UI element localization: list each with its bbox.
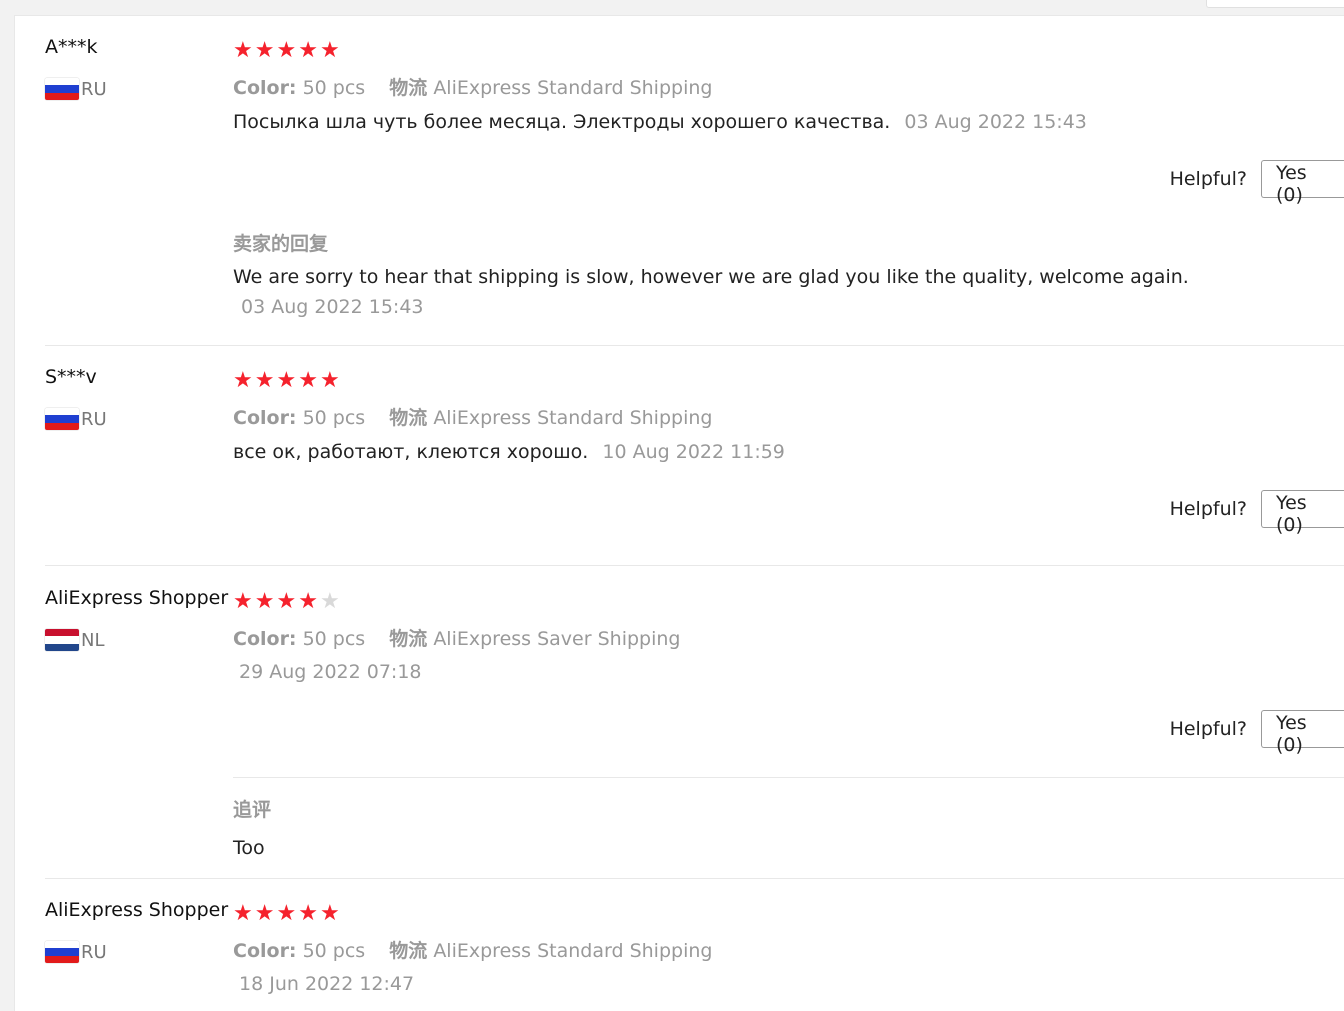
country-code: NL [81, 629, 105, 651]
review-meta: Color: 50 pcs 物流 AliExpress Standard Shi… [233, 73, 712, 100]
shipping-label: 物流 [389, 628, 428, 650]
shipping-method: AliExpress Standard Shipping [433, 407, 713, 429]
review-date: 03 Aug 2022 15:43 [904, 111, 1087, 133]
divider [45, 345, 1344, 346]
star-rating: ★ ★ ★ ★ ★ [233, 370, 340, 392]
star-filled-icon: ★ [254, 368, 275, 393]
review-text-row: 18 Jun 2022 12:47 [233, 973, 414, 995]
seller-reply-text: We are sorry to hear that shipping is sl… [233, 266, 1189, 288]
star-filled-icon: ★ [319, 901, 340, 926]
helpful-row: Helpful? Yes (0) [1169, 160, 1344, 206]
reviewer-country: NL [45, 629, 105, 651]
country-code: RU [81, 941, 107, 963]
review-text-row: Посылка шла чуть более месяца. Электроды… [233, 111, 1087, 133]
star-filled-icon: ★ [233, 589, 253, 614]
review-meta: Color: 50 pcs 物流 AliExpress Saver Shippi… [233, 624, 680, 651]
helpful-row: Helpful? Yes (0) [1169, 710, 1344, 756]
star-filled-icon: ★ [276, 368, 297, 393]
flag-nl-icon [45, 629, 79, 651]
color-value: 50 pcs [302, 940, 366, 962]
star-empty-icon: ★ [319, 589, 340, 614]
reviewer-country: RU [45, 408, 107, 430]
reviewer-name: AliExpress Shopper [45, 899, 229, 921]
seller-reply-date: 03 Aug 2022 15:43 [241, 296, 424, 318]
star-filled-icon: ★ [319, 368, 340, 393]
color-label: Color: [233, 77, 297, 99]
shipping-method: AliExpress Saver Shipping [433, 628, 681, 650]
star-filled-icon: ★ [233, 38, 253, 63]
review-text-row: все ок, работают, клеются хорошо. 10 Aug… [233, 441, 785, 463]
helpful-yes-button[interactable]: Yes (0) [1261, 160, 1344, 206]
star-filled-icon: ★ [319, 38, 340, 63]
reviewer-name: A***k [45, 36, 98, 58]
color-value: 50 pcs [302, 77, 366, 99]
review-text: Посылка шла чуть более месяца. Электроды… [233, 111, 891, 133]
star-filled-icon: ★ [298, 589, 318, 614]
flag-ru-icon [45, 78, 79, 100]
star-filled-icon: ★ [276, 589, 297, 614]
review-meta: Color: 50 pcs 物流 AliExpress Standard Shi… [233, 936, 712, 963]
reviewer-name: S***v [45, 366, 97, 388]
star-rating: ★ ★ ★ ★ ★ [233, 40, 340, 62]
star-filled-icon: ★ [254, 901, 275, 926]
star-filled-icon: ★ [298, 368, 318, 393]
star-filled-icon: ★ [254, 589, 275, 614]
helpful-label: Helpful? [1169, 168, 1247, 190]
country-code: RU [81, 78, 107, 100]
reviewer-country: RU [45, 941, 107, 963]
helpful-label: Helpful? [1169, 718, 1247, 740]
shipping-label: 物流 [389, 407, 428, 429]
country-code: RU [81, 408, 107, 430]
star-filled-icon: ★ [233, 368, 253, 393]
star-filled-icon: ★ [233, 901, 253, 926]
seller-reply: We are sorry to hear that shipping is sl… [233, 262, 1223, 322]
seller-reply-title: 卖家的回复 [233, 233, 329, 255]
helpful-yes-button[interactable]: Yes (0) [1261, 710, 1344, 756]
star-filled-icon: ★ [276, 901, 297, 926]
top-bar [0, 0, 1344, 15]
helpful-yes-button[interactable]: Yes (0) [1261, 490, 1344, 536]
divider [45, 878, 1344, 879]
review-text-row: 29 Aug 2022 07:18 [233, 661, 422, 683]
star-filled-icon: ★ [298, 38, 318, 63]
star-rating: ★ ★ ★ ★ ★ [233, 903, 340, 925]
flag-ru-icon [45, 941, 79, 963]
helpful-row: Helpful? Yes (0) [1169, 490, 1344, 536]
star-filled-icon: ★ [298, 901, 318, 926]
color-value: 50 pcs [302, 407, 366, 429]
color-label: Color: [233, 940, 297, 962]
followup-text: Too [233, 837, 265, 859]
star-rating: ★ ★ ★ ★ ★ [233, 591, 340, 613]
review-date: 10 Aug 2022 11:59 [602, 441, 785, 463]
shipping-method: AliExpress Standard Shipping [433, 77, 713, 99]
helpful-label: Helpful? [1169, 498, 1247, 520]
followup-title: 追评 [233, 799, 272, 821]
color-value: 50 pcs [302, 628, 366, 650]
color-label: Color: [233, 628, 297, 650]
shipping-method: AliExpress Standard Shipping [433, 940, 713, 962]
reviewer-country: RU [45, 78, 107, 100]
shipping-label: 物流 [389, 940, 428, 962]
review-date: 29 Aug 2022 07:18 [239, 661, 422, 683]
color-label: Color: [233, 407, 297, 429]
review-date: 18 Jun 2022 12:47 [239, 973, 415, 995]
followup-divider [233, 777, 1344, 778]
flag-ru-icon [45, 408, 79, 430]
star-filled-icon: ★ [276, 38, 297, 63]
top-control[interactable] [1206, 0, 1344, 8]
divider [45, 565, 1344, 566]
reviews-panel: A***k RU ★ ★ ★ ★ ★ Color: 50 pcs 物流 AliExpre… [14, 15, 1344, 1011]
review-text: все ок, работают, клеются хорошо. [233, 441, 589, 463]
review-meta: Color: 50 pcs 物流 AliExpress Standard Shi… [233, 403, 712, 430]
star-filled-icon: ★ [254, 38, 275, 63]
reviewer-name: AliExpress Shopper [45, 587, 229, 609]
shipping-label: 物流 [389, 77, 428, 99]
